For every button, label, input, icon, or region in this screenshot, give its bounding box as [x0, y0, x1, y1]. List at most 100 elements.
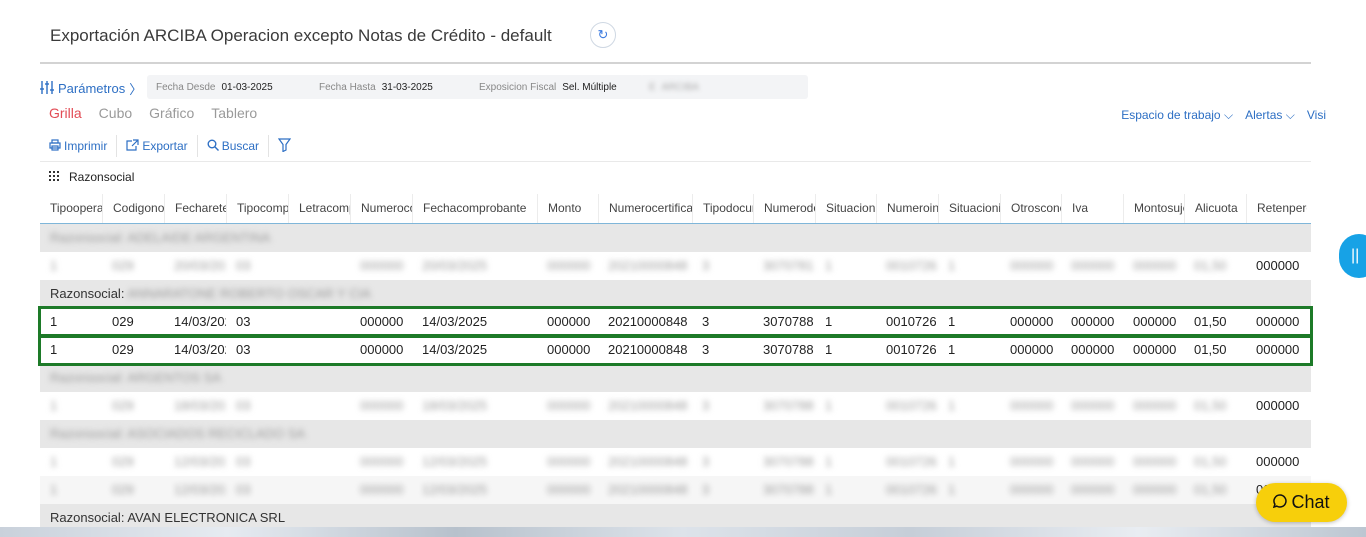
group-label: Razonsocial:	[50, 286, 128, 301]
grid-header: TipooperacionCodigonormaFecharetencionTi…	[40, 194, 1311, 224]
funnel-icon	[277, 137, 292, 155]
table-cell: 1	[50, 398, 58, 413]
table-cell: 000000	[1071, 482, 1115, 497]
column-header[interactable]: Numerodocumento	[753, 194, 815, 223]
filter-redacted[interactable]: E ARCIBA	[640, 75, 808, 99]
table-cell	[288, 448, 350, 476]
table-row[interactable]: 1 029 12/03/2025 03 000000 12/03/2025 000000 20…	[40, 476, 1311, 504]
column-header[interactable]: Otrosconceptos	[1000, 194, 1061, 223]
table-row[interactable]: 1 029 14/03/2025 03 000000 14/03/2025 000000 20…	[38, 334, 1313, 366]
workspace-dropdown[interactable]: Espacio de trabajo ⌵	[1121, 108, 1233, 123]
table-cell: 01,50	[1194, 342, 1227, 357]
table-cell: 000000	[1071, 342, 1115, 357]
grid-body: Razonsocial: ADELAIDE ARGENTINA 1 029 20/03…	[38, 224, 1313, 527]
filter-exposicion-fiscal[interactable]: Exposicion Fiscal Sel. Múltiple	[470, 75, 644, 99]
table-cell: 029	[112, 342, 134, 357]
table-cell	[288, 308, 350, 336]
search-button[interactable]: Buscar	[198, 135, 270, 157]
tab-grafico[interactable]: Gráfico	[149, 105, 194, 121]
side-panel-toggle[interactable]: ||	[1339, 234, 1366, 278]
table-cell: 03	[236, 314, 251, 329]
tab-cubo[interactable]: Cubo	[99, 105, 132, 121]
column-header[interactable]: Numeroinscripcion	[876, 194, 938, 223]
tab-grilla[interactable]: Grilla	[49, 105, 82, 121]
column-header[interactable]: Numerocomprobante	[350, 194, 412, 223]
column-header[interactable]: Montosujeto	[1123, 194, 1184, 223]
table-row[interactable]: 1 029 18/03/2025 03 000000 18/03/2025 000000 20…	[40, 392, 1311, 420]
column-header[interactable]: Codigonorma	[102, 194, 164, 223]
print-button[interactable]: Imprimir	[49, 135, 118, 157]
column-header[interactable]: Fechacomprobante	[412, 194, 537, 223]
tab-tablero[interactable]: Tablero	[211, 105, 257, 121]
table-cell: 000000	[360, 342, 404, 357]
pause-bars-icon: ||	[1351, 247, 1360, 264]
table-cell: 000000	[547, 342, 591, 357]
alerts-dropdown[interactable]: Alertas ⌵	[1245, 108, 1295, 123]
group-row[interactable]: Razonsocial: ARGENTOS SA	[40, 364, 1311, 392]
table-cell: 029	[112, 454, 134, 469]
table-cell: 000000	[1071, 398, 1115, 413]
table-cell: 18/03/2025	[422, 398, 488, 413]
group-row[interactable]: Razonsocial: ANNARATONE ROBERTO OSCAR Y …	[40, 280, 1311, 308]
column-header[interactable]: Alicuota	[1184, 194, 1246, 223]
table-cell: 1	[50, 314, 58, 329]
group-row[interactable]: Razonsocial: ADELAIDE ARGENTINA	[40, 224, 1311, 252]
table-cell: 1	[948, 482, 956, 497]
column-header[interactable]: Fecharetencion	[164, 194, 226, 223]
column-header[interactable]: Situacionib	[815, 194, 876, 223]
table-cell: 000000	[1010, 482, 1054, 497]
table-cell: 1	[50, 454, 58, 469]
table-cell: 000000	[547, 258, 591, 273]
table-cell: 14/03/2025	[422, 342, 488, 357]
view-dropdown[interactable]: Visi	[1307, 108, 1326, 123]
column-header[interactable]: Tipooperacion	[40, 194, 102, 223]
table-cell: 18/03/2025	[174, 398, 226, 413]
table-cell: 000000	[1256, 314, 1300, 329]
group-row[interactable]: Razonsocial: ASOCIADOS RECICLADO SA	[40, 420, 1311, 448]
group-name: ANNARATONE ROBERTO OSCAR Y CIA	[127, 286, 371, 301]
group-row[interactable]: Razonsocial: AVAN ELECTRONICA SRL	[40, 504, 1311, 527]
table-cell: 000000	[1010, 342, 1054, 357]
table-cell: 0010726	[886, 314, 937, 329]
column-header[interactable]: Tipodocumento	[692, 194, 753, 223]
column-header[interactable]: Retenpercep	[1246, 194, 1307, 223]
table-cell: 03	[236, 454, 251, 469]
column-header[interactable]: Iva	[1061, 194, 1123, 223]
drag-handle-icon[interactable]	[49, 170, 59, 184]
export-button[interactable]: Exportar	[117, 135, 198, 157]
table-cell: 000000	[360, 398, 404, 413]
filter-fecha-desde[interactable]: Fecha Desde 01-03-2025	[147, 75, 315, 99]
column-header[interactable]: Numerocertificado	[598, 194, 692, 223]
table-cell: 000000	[1133, 454, 1177, 469]
column-header[interactable]: Tipocomprobante	[226, 194, 288, 223]
table-row[interactable]: 1 029 12/03/2025 03 000000 12/03/2025 000000 20…	[40, 448, 1311, 476]
column-header[interactable]: Letracomprobante	[288, 194, 350, 223]
table-cell: 029	[112, 398, 134, 413]
group-by-chip[interactable]: Razonsocial	[69, 170, 134, 184]
table-cell: 20210000848	[608, 454, 688, 469]
table-cell: 000000	[1133, 482, 1177, 497]
table-row[interactable]: 1 029 14/03/2025 03 000000 14/03/2025 000000 20…	[38, 306, 1313, 338]
column-header[interactable]: Monto	[537, 194, 598, 223]
table-cell: 000000	[1010, 454, 1054, 469]
table-cell: 12/03/2025	[174, 482, 226, 497]
refresh-button[interactable]: ↻	[590, 22, 616, 48]
filter-button[interactable]	[269, 135, 300, 157]
table-cell: 000000	[1133, 258, 1177, 273]
parameters-link[interactable]: Parámetros 〉	[40, 79, 142, 98]
table-cell: 3070781	[763, 258, 814, 273]
chat-button[interactable]: Chat	[1256, 483, 1347, 522]
table-cell: 20210000848	[608, 398, 688, 413]
table-row[interactable]: 1 029 20/03/2025 03 000000 20/03/2025 000000 20…	[40, 252, 1311, 280]
table-cell: 14/03/2025	[174, 342, 226, 357]
filter-fecha-hasta[interactable]: Fecha Hasta 31-03-2025	[310, 75, 475, 99]
chevron-right-icon: 〉	[129, 82, 143, 97]
table-cell: 000000	[547, 314, 591, 329]
table-cell: 000000	[1010, 398, 1054, 413]
column-header[interactable]: Situacioniva	[938, 194, 1000, 223]
workspace-menu: Espacio de trabajo ⌵ Alertas ⌵ Visi	[1121, 108, 1326, 123]
table-cell: 3	[702, 342, 710, 357]
table-cell: 1	[948, 258, 956, 273]
table-cell: 000000	[1133, 314, 1177, 329]
table-cell: 3070788	[763, 482, 814, 497]
